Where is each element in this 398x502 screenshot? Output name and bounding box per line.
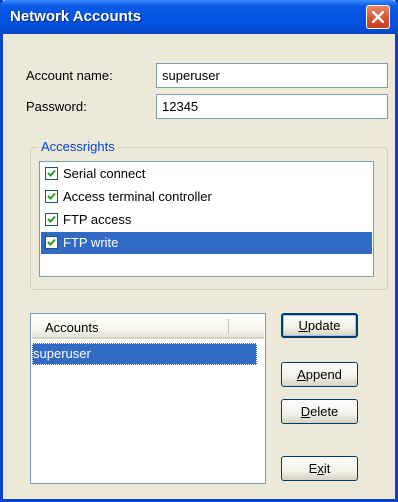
checkbox-serial-connect[interactable] (45, 167, 58, 180)
checkbox-ftp-write[interactable] (45, 236, 58, 249)
update-mnemonic: U (298, 318, 308, 333)
accessrights-list[interactable]: Serial connect Access terminal controlle… (39, 161, 374, 277)
account-name-field[interactable]: superuser (156, 63, 388, 88)
close-button[interactable] (366, 5, 390, 29)
accessright-label: FTP write (63, 235, 119, 250)
accessright-ftp-access[interactable]: FTP access (41, 209, 372, 231)
accessright-label: Serial connect (63, 166, 146, 181)
checkmark-icon (47, 215, 56, 223)
accessrights-legend: Accessrights (38, 139, 118, 154)
accounts-column-header[interactable]: Accounts (32, 315, 264, 339)
accounts-column-label: Accounts (45, 320, 99, 335)
checkmark-icon (47, 192, 56, 200)
exit-label-rest: it (323, 461, 331, 476)
column-divider[interactable] (228, 319, 229, 334)
accessright-label: Access terminal controller (63, 189, 212, 204)
password-field[interactable]: 12345 (156, 94, 388, 119)
delete-button[interactable]: Delete (281, 399, 358, 424)
account-name-label: Account name: (26, 68, 113, 83)
network-accounts-dialog: Network Accounts Account name: superuser… (0, 0, 398, 502)
delete-label-rest: elete (310, 404, 339, 419)
accounts-list[interactable]: Accounts superuser (30, 313, 266, 484)
delete-mnemonic: D (300, 404, 311, 419)
account-row[interactable]: superuser (32, 343, 257, 365)
accessright-serial-connect[interactable]: Serial connect (41, 163, 372, 185)
checkbox-access-terminal-controller[interactable] (45, 190, 58, 203)
checkmark-icon (47, 169, 56, 177)
accessright-access-terminal-controller[interactable]: Access terminal controller (41, 186, 372, 208)
append-button[interactable]: Append (281, 362, 358, 387)
update-button[interactable]: Update (281, 313, 358, 338)
focus-rectangle (32, 343, 257, 365)
update-label-rest: pdate (307, 318, 341, 333)
exit-button[interactable]: Exit (281, 456, 358, 481)
accessright-label: FTP access (63, 212, 132, 227)
password-label: Password: (26, 99, 87, 114)
window-title: Network Accounts (10, 8, 142, 25)
checkmark-icon (47, 238, 56, 246)
accessright-ftp-write[interactable]: FTP write (41, 232, 372, 254)
checkbox-ftp-access[interactable] (45, 213, 58, 226)
append-label-rest: ppend (305, 367, 342, 382)
append-mnemonic: A (297, 367, 306, 382)
close-icon (372, 11, 384, 23)
title-bar[interactable]: Network Accounts (0, 0, 398, 34)
